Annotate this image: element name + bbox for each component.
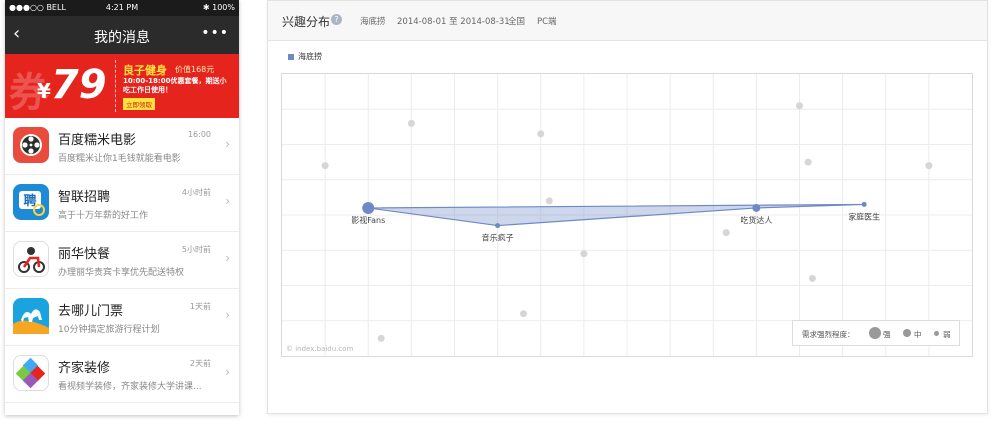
message-preview: 高于十万年薪的好工作 <box>58 211 149 221</box>
message-title: 百度糯米电影 <box>58 133 137 148</box>
help-icon[interactable]: ? <box>331 14 342 25</box>
coupon-value: 79 <box>50 62 107 108</box>
background-point <box>545 197 553 205</box>
message-title: 智联招聘 <box>58 190 111 205</box>
chevron-right-icon: › <box>225 137 230 151</box>
message-preview: 百度糯米让你1毛钱就能看电影 <box>58 154 181 164</box>
data-label: 音乐疯子 <box>482 233 514 243</box>
film-reel-icon <box>13 127 49 163</box>
data-label: 家庭医生 <box>848 211 880 221</box>
chevron-right-icon: › <box>225 194 230 208</box>
message-time: 1天前 <box>189 302 211 311</box>
background-point <box>537 130 545 138</box>
data-point <box>861 201 867 207</box>
message-time: 5小时前 <box>181 245 211 254</box>
data-label: 吃货达人 <box>740 215 772 225</box>
background-point <box>321 162 329 170</box>
background-point <box>377 334 385 342</box>
panel-title: 兴趣分布 <box>282 15 331 29</box>
chevron-right-icon: › <box>225 308 230 322</box>
background-point <box>796 102 803 110</box>
data-point <box>495 223 501 229</box>
status-bar: ●●●○○ BELL 4:21 PM ✱ 100% <box>5 0 239 16</box>
list-item[interactable]: 聘 智联招聘 4小时前 高于十万年薪的好工作 › <box>5 175 239 232</box>
message-title: 齐家装修 <box>58 361 111 376</box>
date-range[interactable]: 2014-08-01 至 2014-08-31 <box>397 15 510 27</box>
chevron-right-icon: › <box>225 365 230 379</box>
background-point <box>722 229 730 237</box>
message-list: 百度糯米电影 16:00 百度糯米让你1毛钱就能看电影 › 聘 智联招聘 4小时… <box>5 118 239 403</box>
chart-canvas: 影视Fans 音乐疯子 吃货达人 家庭医生 <box>282 74 972 356</box>
data-point <box>752 203 761 212</box>
currency-symbol: ¥ <box>37 79 51 103</box>
phone-screen: ●●●○○ BELL 4:21 PM ✱ 100% ‹ 我的消息 ••• 券 ¥… <box>5 0 239 415</box>
background-point <box>925 162 933 170</box>
message-title: 丽华快餐 <box>58 247 111 262</box>
background-point <box>580 250 588 258</box>
coupon-divider <box>115 60 116 112</box>
message-time: 4小时前 <box>181 188 211 197</box>
coupon-price: 价值168元 <box>175 65 215 74</box>
data-point <box>362 201 375 214</box>
list-item[interactable]: 百度糯米电影 16:00 百度糯米让你1毛钱就能看电影 › <box>5 118 239 175</box>
interest-panel: 兴趣分布 ? 海底捞 2014-08-01 至 2014-08-31 全国 PC… <box>267 0 988 414</box>
list-item[interactable]: 齐家装修 2天前 看视频学装修，齐家装修大学讲课... › <box>5 346 239 403</box>
message-time: 2天前 <box>189 359 211 368</box>
panel-header: 兴趣分布 ? 海底捞 2014-08-01 至 2014-08-31 全国 PC… <box>268 1 987 41</box>
strength-label: 需求强烈程度： <box>802 330 855 339</box>
message-title: 去哪儿门票 <box>58 304 124 319</box>
strength-weak: 弱 <box>943 330 951 339</box>
data-label: 影视Fans <box>351 215 385 225</box>
message-preview: 办理丽华贵宾卡享优先配送特权 <box>58 268 185 278</box>
legend-label: 海底捞 <box>298 52 322 61</box>
medium-dot <box>903 329 911 337</box>
list-item[interactable]: 丽华快餐 5小时前 办理丽华贵宾卡享优先配送特权 › <box>5 232 239 289</box>
coupon-edge <box>236 54 239 118</box>
platform-label[interactable]: PC端 <box>537 15 557 27</box>
chart-watermark: © index.baidu.com <box>286 345 354 353</box>
strong-dot <box>869 327 881 339</box>
weak-dot <box>934 331 939 336</box>
chevron-right-icon: › <box>225 251 230 265</box>
chart-legend[interactable]: 海底捞 <box>288 51 322 62</box>
coupon-brand: 良子健身 <box>123 64 167 77</box>
background-point <box>808 274 816 282</box>
battery-status: ✱ 100% <box>202 3 235 12</box>
nav-bar: ‹ 我的消息 ••• <box>5 16 239 54</box>
background-point <box>804 158 812 166</box>
claim-button[interactable]: 立即领取 <box>123 98 155 110</box>
background-point <box>407 119 415 127</box>
keyword-label: 海底捞 <box>360 17 386 27</box>
message-preview: 10分钟搞定旅游行程计划 <box>58 325 160 335</box>
coupon-banner[interactable]: 券 ¥79 良子健身 价值168元 10:00-18:00优惠套餐，期送小吃工作… <box>5 54 239 118</box>
background-point <box>520 310 527 318</box>
legend-swatch <box>288 53 294 60</box>
region-label[interactable]: 全国 <box>508 15 525 27</box>
coupon-amount: ¥79 <box>37 62 107 108</box>
camel-icon <box>13 298 49 334</box>
delivery-rider-icon <box>13 241 49 277</box>
more-icon[interactable]: ••• <box>201 25 229 41</box>
message-preview: 看视频学装修，齐家装修大学讲课... <box>58 382 202 392</box>
zhilian-icon: 聘 <box>13 184 49 220</box>
strength-strong: 强 <box>883 330 891 339</box>
message-time: 16:00 <box>187 130 211 139</box>
list-item[interactable]: 去哪儿门票 1天前 10分钟搞定旅游行程计划 › <box>5 289 239 346</box>
interest-chart: 影视Fans 音乐疯子 吃货达人 家庭医生 © index.baidu.com 需求强… <box>281 73 973 357</box>
strength-legend: 需求强烈程度： 强 中 弱 <box>792 320 960 346</box>
strength-medium: 中 <box>914 330 922 339</box>
qijia-logo-icon <box>13 355 49 391</box>
coupon-desc: 10:00-18:00优惠套餐，期送小吃工作日使用！ <box>123 77 227 94</box>
